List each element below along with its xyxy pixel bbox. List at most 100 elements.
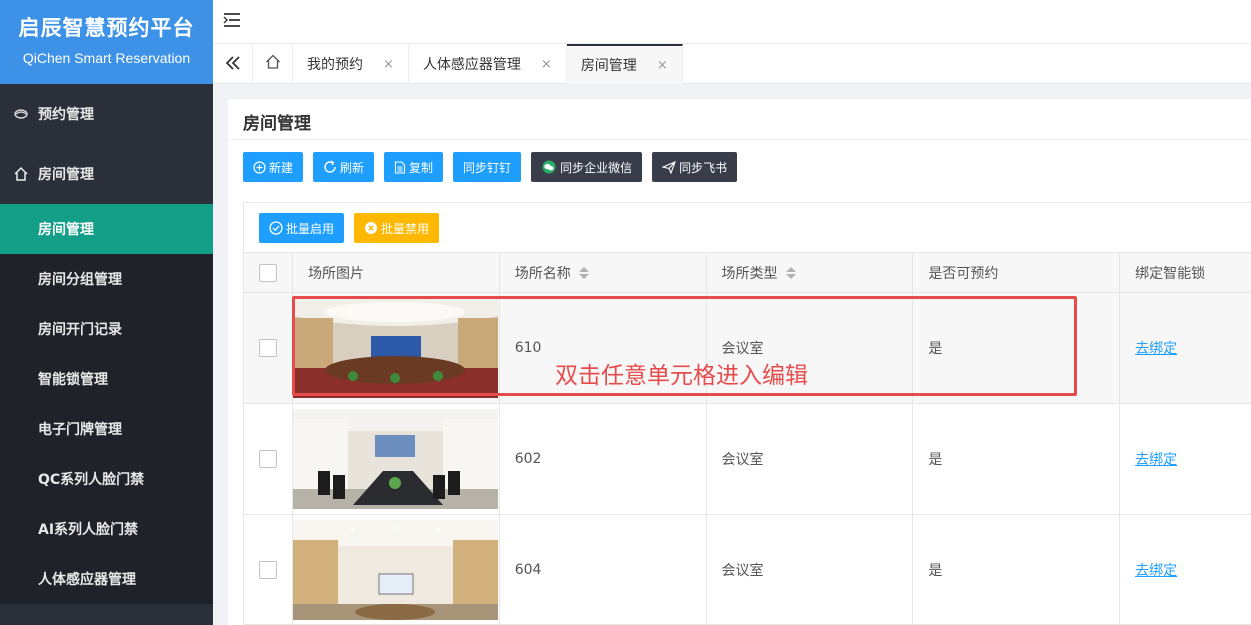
document-icon bbox=[394, 160, 406, 174]
copy-button[interactable]: 复制 bbox=[384, 152, 444, 182]
row-checkbox[interactable] bbox=[258, 339, 277, 357]
topbar bbox=[213, 0, 1251, 44]
table-toolbar: 批量启用 批量禁用 bbox=[244, 203, 1251, 253]
type-cell[interactable]: 会议室 bbox=[707, 515, 914, 625]
row-checkbox[interactable] bbox=[258, 450, 277, 468]
sync-feishu-label: 同步飞书 bbox=[679, 160, 728, 175]
page-title: 房间管理 bbox=[243, 114, 311, 134]
sync-feishu-button[interactable]: 同步飞书 bbox=[652, 152, 738, 182]
sidebar: 启辰智慧预约平台 QiChen Smart Reservation 预约管理 房… bbox=[0, 0, 213, 625]
sidebar-item-body-sensor[interactable]: 人体感应器管理 bbox=[0, 554, 213, 604]
select-all-checkbox[interactable] bbox=[258, 263, 277, 282]
type-cell[interactable]: 会议室 bbox=[707, 404, 914, 514]
close-icon[interactable]: × bbox=[657, 58, 668, 73]
table-header: 场所图片 场所名称 场所类型 是否可预约 绑定智能锁 bbox=[244, 253, 1251, 293]
header-cell-type[interactable]: 场所类型 bbox=[707, 253, 914, 292]
annotation-text: 双击任意单元格进入编辑 bbox=[555, 363, 808, 389]
sidebar-item-room-group[interactable]: 房间分组管理 bbox=[0, 254, 213, 304]
refresh-button-label: 刷新 bbox=[340, 160, 365, 175]
sort-icon[interactable] bbox=[785, 266, 796, 279]
bind-lock-link[interactable]: 去绑定 bbox=[1135, 449, 1177, 469]
sidebar-item-room-management[interactable]: 房间管理 bbox=[0, 204, 213, 254]
sync-wecom-label: 同步企业微信 bbox=[560, 160, 633, 175]
room-photo bbox=[293, 409, 499, 509]
photo-cell[interactable] bbox=[293, 404, 500, 514]
bookable-cell[interactable]: 是 bbox=[913, 293, 1121, 403]
menu-toggle-icon[interactable] bbox=[223, 12, 241, 28]
home-icon bbox=[12, 166, 30, 182]
lock-cell: 去绑定 bbox=[1120, 515, 1251, 625]
lock-cell: 去绑定 bbox=[1120, 293, 1251, 403]
bookable-cell[interactable]: 是 bbox=[913, 515, 1121, 625]
sidebar-item-door-record[interactable]: 房间开门记录 bbox=[0, 304, 213, 354]
header-label: 场所类型 bbox=[721, 265, 778, 282]
plus-circle-icon bbox=[253, 160, 266, 174]
refresh-icon bbox=[323, 160, 337, 174]
header-cell-photo: 场所图片 bbox=[293, 253, 500, 292]
row-select-cell bbox=[244, 515, 293, 625]
tab-room-management[interactable]: 房间管理 × bbox=[566, 44, 683, 84]
paper-plane-icon bbox=[662, 160, 677, 174]
tab-home[interactable] bbox=[253, 44, 293, 84]
header-cell-bookable: 是否可预约 bbox=[913, 253, 1121, 292]
table-row[interactable]: 602 会议室 是 去绑定 bbox=[244, 404, 1251, 515]
new-button-label: 新建 bbox=[269, 160, 294, 175]
refresh-button[interactable]: 刷新 bbox=[313, 152, 375, 182]
menu-group-reservation[interactable]: 预约管理 bbox=[0, 84, 213, 144]
room-photo bbox=[293, 520, 499, 620]
sidebar-item-door-sign[interactable]: 电子门牌管理 bbox=[0, 404, 213, 454]
tab-label: 我的预约 bbox=[307, 57, 363, 73]
check-circle-icon bbox=[269, 221, 283, 235]
close-circle-icon bbox=[364, 221, 378, 235]
tab-body-sensor[interactable]: 人体感应器管理 × bbox=[409, 44, 567, 84]
header-cell-lock: 绑定智能锁 bbox=[1135, 265, 1206, 282]
close-icon[interactable]: × bbox=[541, 57, 552, 72]
tabs-scroll-left-button[interactable] bbox=[213, 44, 253, 84]
brand-subtitle: QiChen Smart Reservation bbox=[22, 50, 191, 66]
bookable-cell[interactable]: 是 bbox=[913, 404, 1121, 514]
brand: 启辰智慧预约平台 QiChen Smart Reservation bbox=[0, 0, 213, 84]
tab-my-reservation[interactable]: 我的预约 × bbox=[293, 44, 409, 84]
name-cell[interactable]: 604 bbox=[500, 515, 707, 625]
tabs-bar: 我的预约 × 人体感应器管理 × 房间管理 × bbox=[213, 44, 1251, 84]
home-icon bbox=[265, 54, 281, 74]
menu-group-room[interactable]: 房间管理 bbox=[0, 144, 213, 204]
double-chevron-left-icon bbox=[225, 55, 241, 74]
header-cell-select bbox=[244, 253, 293, 292]
sidebar-item-ai-face[interactable]: AI系列人脸门禁 bbox=[0, 504, 213, 554]
photo-cell[interactable] bbox=[293, 515, 500, 625]
close-icon[interactable]: × bbox=[383, 57, 394, 72]
sidebar-item-smart-lock[interactable]: 智能锁管理 bbox=[0, 354, 213, 404]
bind-lock-link[interactable]: 去绑定 bbox=[1135, 560, 1177, 580]
sort-icon[interactable] bbox=[578, 266, 589, 279]
lock-cell: 去绑定 bbox=[1120, 404, 1251, 514]
batch-disable-label: 批量禁用 bbox=[381, 221, 430, 236]
menu-group-label: 房间管理 bbox=[38, 167, 94, 183]
room-table: 批量启用 批量禁用 场所图片 场所名称 场所类型 是否可预约 绑定智能锁 610… bbox=[243, 202, 1251, 625]
divider bbox=[228, 139, 1251, 140]
sync-wecom-button[interactable]: 同步企业微信 bbox=[531, 152, 643, 182]
reservation-icon bbox=[12, 107, 30, 121]
wechat-icon bbox=[541, 160, 557, 174]
bind-lock-link[interactable]: 去绑定 bbox=[1135, 338, 1177, 358]
sync-dingtalk-label: 同步钉钉 bbox=[463, 160, 512, 175]
row-select-cell bbox=[244, 293, 293, 403]
table-row[interactable]: 604 会议室 是 去绑定 bbox=[244, 515, 1251, 625]
batch-enable-label: 批量启用 bbox=[286, 221, 335, 236]
menu-group-label: 预约管理 bbox=[38, 107, 94, 123]
sync-dingtalk-button[interactable]: 同步钉钉 bbox=[453, 152, 522, 182]
new-button[interactable]: 新建 bbox=[243, 152, 304, 182]
toolbar: 新建 刷新 复制 同步钉钉 同步企业微信 同步飞书 bbox=[243, 152, 747, 182]
brand-title: 启辰智慧预约平台 bbox=[18, 16, 195, 40]
header-cell-name[interactable]: 场所名称 bbox=[500, 253, 707, 292]
batch-disable-button[interactable]: 批量禁用 bbox=[354, 213, 440, 243]
sidebar-item-qc-face[interactable]: QC系列人脸门禁 bbox=[0, 454, 213, 504]
room-photo bbox=[293, 298, 499, 398]
tab-label: 人体感应器管理 bbox=[422, 57, 521, 73]
header-label: 场所名称 bbox=[514, 265, 571, 282]
name-cell[interactable]: 602 bbox=[500, 404, 707, 514]
batch-enable-button[interactable]: 批量启用 bbox=[259, 213, 345, 243]
tab-label: 房间管理 bbox=[580, 58, 637, 74]
photo-cell[interactable] bbox=[293, 293, 500, 403]
row-checkbox[interactable] bbox=[258, 561, 277, 579]
